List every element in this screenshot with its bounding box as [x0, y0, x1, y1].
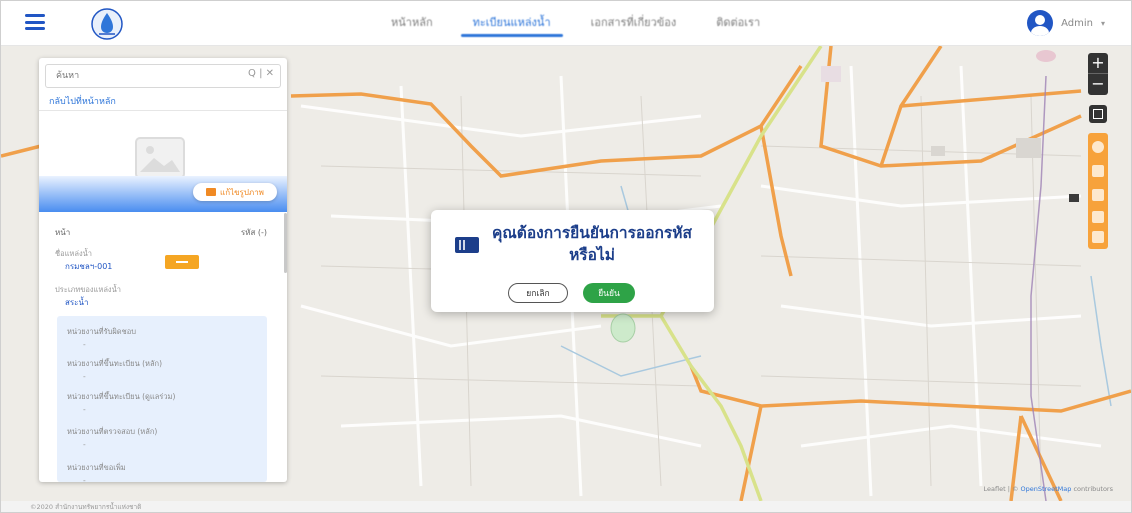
map-attribution: Leaflet | © OpenStreetMap contributors — [984, 485, 1114, 493]
draw-toolbar — [1088, 133, 1108, 249]
footer-copyright: ©2020 สำนักงานทรัพยากรน้ำแห่งชาติ — [30, 503, 142, 511]
id-card-icon — [455, 237, 479, 253]
nav-contact[interactable]: ติดต่อเรา — [696, 1, 780, 45]
attribution-prefix: Leaflet | © — [983, 485, 1019, 493]
detail-label: หน่วยงานที่ขึ้นทะเบียน (ดูแลร่วม) — [67, 392, 176, 401]
user-name: Admin — [1061, 17, 1093, 29]
detail-value: - — [83, 340, 86, 349]
generate-code-button[interactable] — [165, 255, 199, 269]
detail-value: - — [83, 405, 86, 414]
detail-panel: Q | ✕ กลับไปที่หน้าหลัก แก้ไขรูปภาพ หน้า… — [39, 58, 287, 482]
nav-water-registry[interactable]: ทะเบียนแหล่งน้ำ — [453, 1, 571, 45]
nav-documents[interactable]: เอกสารที่เกี่ยวข้อง — [571, 1, 697, 45]
user-menu[interactable]: Admin ▾ — [1027, 10, 1105, 36]
back-link[interactable]: กลับไปที่หน้าหลัก — [49, 94, 116, 108]
user-avatar-icon — [1027, 10, 1054, 36]
detail-value: - — [83, 440, 86, 449]
cancel-button[interactable]: ยกเลิก — [508, 283, 568, 303]
zoom-control: + − — [1088, 53, 1108, 95]
edit-icon — [206, 188, 217, 196]
chevron-down-icon: ▾ — [1100, 18, 1105, 28]
zoom-in-button[interactable]: + — [1088, 53, 1108, 73]
document-tool-icon[interactable] — [1092, 231, 1104, 243]
search-box: Q | ✕ — [45, 64, 281, 88]
agency-logo — [91, 8, 123, 40]
nav-home[interactable]: หน้าหลัก — [371, 1, 453, 45]
main-nav: หน้าหลัก ทะเบียนแหล่งน้ำ เอกสารที่เกี่ยว… — [371, 1, 780, 45]
search-input[interactable] — [54, 69, 238, 81]
zoom-out-button[interactable]: − — [1088, 73, 1108, 94]
page-label: หน้า — [55, 228, 71, 237]
dialog-title: คุณต้องการยืนยันการออกรหัสหรือไม่ — [492, 224, 692, 264]
field-name-value: กรมชลฯ-001 — [65, 262, 113, 271]
copy-tool-icon[interactable] — [1092, 165, 1104, 177]
detail-value: - — [83, 476, 86, 482]
details-box: หน่วยงานที่รับผิดชอบ - หน่วยงานที่ขึ้นทะ… — [57, 316, 267, 482]
menu-icon[interactable] — [25, 14, 45, 30]
field-type-label: ประเภทของแหล่งน้ำ — [55, 285, 121, 294]
detail-label: หน่วยงานที่ขึ้นทะเบียน (หลัก) — [67, 359, 163, 368]
shape-tool-icon[interactable] — [1092, 189, 1104, 201]
search-clear-icon[interactable]: Q | ✕ — [248, 68, 274, 79]
attribution-suffix: contributors — [1073, 485, 1113, 493]
detail-label: หน่วยงานที่รับผิดชอบ — [67, 327, 137, 336]
app-frame: หน้าหลัก ทะเบียนแหล่งน้ำ เอกสารที่เกี่ยว… — [0, 0, 1132, 513]
image-placeholder-icon — [135, 137, 185, 179]
field-name-label: ชื่อแหล่งน้ำ — [55, 249, 92, 258]
confirm-dialog: คุณต้องการยืนยันการออกรหัสหรือไม่ ยกเลิก… — [431, 210, 714, 312]
scrollbar[interactable] — [284, 213, 287, 273]
detail-value: - — [83, 372, 86, 381]
warning-tool-icon[interactable] — [1092, 211, 1104, 223]
edit-image-label: แก้ไขรูปภาพ — [220, 187, 264, 197]
field-type-value: สระน้ำ — [65, 298, 89, 307]
confirm-button[interactable]: ยืนยัน — [583, 283, 635, 303]
circle-tool-icon[interactable] — [1092, 141, 1104, 153]
osm-link[interactable]: OpenStreetMap — [1021, 485, 1072, 493]
detail-label: หน่วยงานที่ขอเพิ่ม — [67, 463, 126, 472]
top-header: หน้าหลัก ทะเบียนแหล่งน้ำ เอกสารที่เกี่ยว… — [1, 1, 1131, 46]
layers-icon[interactable] — [1089, 105, 1107, 123]
edit-image-button[interactable]: แก้ไขรูปภาพ — [193, 183, 277, 201]
code-value: รหัส (-) — [240, 228, 267, 237]
detail-label: หน่วยงานที่ตรวจสอบ (หลัก) — [67, 427, 158, 436]
